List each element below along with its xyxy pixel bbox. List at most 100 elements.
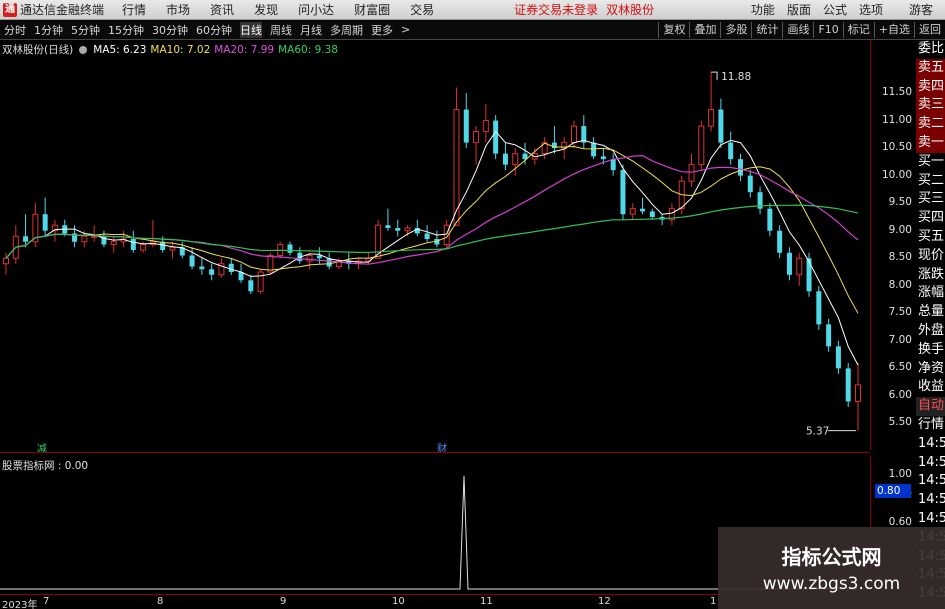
candle-body[interactable] — [728, 142, 734, 160]
candle-body[interactable] — [786, 252, 792, 275]
candle-body[interactable] — [816, 291, 822, 325]
candle-body[interactable] — [3, 257, 9, 265]
side-panel-item[interactable]: 自动 — [916, 397, 945, 416]
f10-button[interactable]: F10 — [813, 21, 842, 38]
candle-body[interactable] — [199, 266, 205, 270]
mark-button[interactable]: 标记 — [842, 21, 874, 38]
candle-body[interactable] — [91, 235, 98, 238]
side-panel-item[interactable]: 外盘 — [916, 322, 945, 341]
candle-body[interactable] — [649, 211, 655, 217]
candle-body[interactable] — [23, 236, 29, 242]
candle-body[interactable] — [395, 227, 401, 231]
menu-ask[interactable]: 问小达 — [298, 1, 334, 18]
chevron-right-icon[interactable]: > — [401, 23, 410, 36]
menu-wealth-circle[interactable]: 财富圈 — [354, 1, 390, 18]
candle-body[interactable] — [855, 384, 861, 402]
statistics-button[interactable]: 统计 — [751, 21, 782, 38]
candle-body[interactable] — [463, 109, 469, 143]
stock-period-label[interactable]: 双林股份(日线) — [2, 42, 73, 57]
candle-body[interactable] — [835, 346, 841, 369]
candle-body[interactable] — [81, 235, 88, 243]
side-panel-item[interactable]: 14:50 — [916, 510, 945, 529]
side-panel-item[interactable]: 买一 — [916, 153, 945, 172]
overlay-button[interactable]: 叠加 — [689, 21, 720, 38]
back-button[interactable]: 返回 — [914, 21, 945, 38]
candle-body[interactable] — [130, 238, 136, 250]
candle-body[interactable] — [404, 227, 411, 232]
side-panel-item[interactable]: 卖二 — [916, 115, 945, 134]
tab-more[interactable]: 更多 — [371, 22, 393, 38]
tab-60min[interactable]: 60分钟 — [196, 22, 232, 38]
candle-body[interactable] — [169, 246, 176, 251]
side-panel-item[interactable]: 净资 — [916, 360, 945, 379]
side-panel-item[interactable]: 收益 — [916, 378, 945, 397]
tab-weekly[interactable]: 周线 — [270, 22, 292, 38]
menu-options[interactable]: 选项 — [859, 1, 883, 18]
side-panel-item[interactable]: 卖一 — [916, 133, 945, 153]
side-panel-item[interactable]: 涨幅 — [916, 284, 945, 303]
side-panel-item[interactable]: 买五 — [916, 228, 945, 247]
menu-trade[interactable]: 交易 — [410, 1, 434, 18]
tab-monthly[interactable]: 月线 — [300, 22, 322, 38]
candle-body[interactable] — [502, 153, 508, 165]
menu-news[interactable]: 资讯 — [210, 1, 234, 18]
side-panel-item[interactable]: 14:50 — [916, 454, 945, 473]
candle-body[interactable] — [42, 214, 48, 231]
side-panel-item[interactable]: 卖三 — [916, 96, 945, 116]
side-panel-item[interactable]: 14:50 — [916, 472, 945, 491]
side-panel-item[interactable]: 涨跌 — [916, 266, 945, 285]
candle-body[interactable] — [629, 208, 636, 215]
candle-body[interactable] — [571, 125, 577, 144]
side-panel-item[interactable]: 买四 — [916, 209, 945, 228]
candle-body[interactable] — [688, 164, 695, 182]
candle-body[interactable] — [512, 153, 519, 166]
candle-body[interactable] — [591, 142, 597, 157]
candle-body[interactable] — [473, 131, 480, 144]
side-panel-item[interactable]: 总量 — [916, 303, 945, 322]
side-panel-item[interactable]: 行情 — [916, 416, 945, 435]
candle-body[interactable] — [189, 255, 195, 267]
tab-30min[interactable]: 30分钟 — [152, 22, 188, 38]
menu-layout[interactable]: 版面 — [787, 1, 811, 18]
candlestick-chart[interactable]: 11.88 5.37 — [0, 40, 945, 450]
candle-body[interactable] — [826, 324, 832, 347]
menu-formula[interactable]: 公式 — [823, 1, 847, 18]
guest-user[interactable]: 游客 — [909, 1, 933, 18]
side-panel-item[interactable]: 换手 — [916, 341, 945, 360]
candle-body[interactable] — [287, 244, 293, 253]
candle-body[interactable] — [777, 230, 783, 253]
side-panel-item[interactable]: 委比 — [916, 40, 945, 59]
candle-body[interactable] — [385, 225, 391, 228]
candle-body[interactable] — [640, 208, 646, 212]
menu-market-quotes[interactable]: 行情 — [122, 1, 146, 18]
panel-divider[interactable] — [0, 452, 870, 453]
side-panel-item[interactable]: 买二 — [916, 172, 945, 191]
candle-body[interactable] — [482, 120, 489, 133]
side-panel-item[interactable]: 卖四 — [916, 77, 945, 97]
candle-body[interactable] — [493, 120, 499, 154]
candle-body[interactable] — [718, 109, 724, 143]
add-watchlist-button[interactable]: +自选 — [873, 21, 914, 38]
candle-body[interactable] — [228, 263, 234, 273]
candle-body[interactable] — [306, 255, 313, 262]
side-panel-item[interactable]: 买三 — [916, 190, 945, 209]
menu-discover[interactable]: 发现 — [254, 1, 278, 18]
draw-line-button[interactable]: 画线 — [782, 21, 813, 38]
tab-timeshare[interactable]: 分时 — [4, 22, 26, 38]
candle-body[interactable] — [248, 280, 254, 292]
candle-body[interactable] — [140, 243, 147, 251]
tab-daily[interactable]: 日线 — [240, 21, 262, 38]
menu-market[interactable]: 市场 — [166, 1, 190, 18]
tab-multi-period[interactable]: 多周期 — [330, 22, 363, 38]
login-status[interactable]: 证券交易未登录 — [514, 1, 598, 18]
candle-body[interactable] — [796, 257, 803, 276]
candle-body[interactable] — [767, 208, 773, 231]
candle-body[interactable] — [737, 159, 743, 176]
side-panel-item[interactable]: 卖五 — [916, 58, 945, 78]
restore-rights-button[interactable]: 复权 — [658, 21, 689, 38]
tab-1min[interactable]: 1分钟 — [34, 22, 63, 38]
candle-body[interactable] — [610, 159, 616, 171]
legend-toggle-icon[interactable] — [79, 45, 88, 54]
candle-body[interactable] — [316, 255, 322, 259]
candle-body[interactable] — [620, 170, 626, 215]
